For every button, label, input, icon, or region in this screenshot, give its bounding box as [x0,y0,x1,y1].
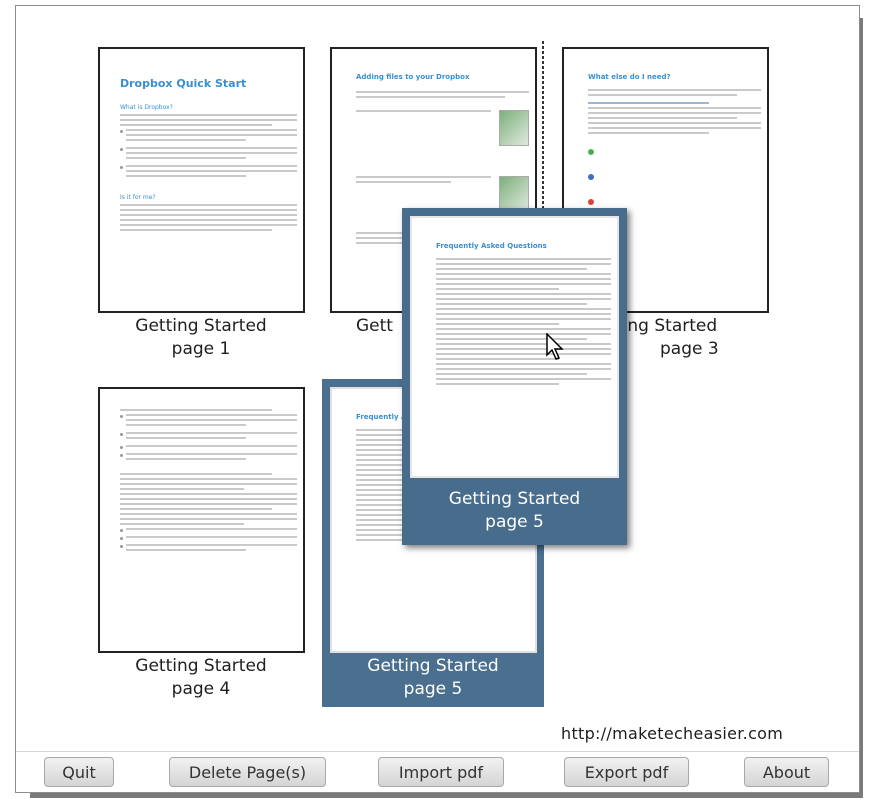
app-window: Dropbox Quick Start What is Dropbox? Is … [15,5,860,793]
delete-pages-button[interactable]: Delete Page(s) [169,757,326,787]
caption-line: Getting Started [135,316,267,336]
caption-line: page 5 [403,679,463,699]
caption-line: page 3 [660,339,719,359]
caption-line: Getting Started [135,656,267,676]
page-caption-5: Getting Started page 5 [313,655,553,701]
button-bar-divider [16,751,859,752]
caption-line: Getting Started [367,656,499,676]
doc-title: Dropbox Quick Start [120,77,247,90]
caption-line: ting Started [616,316,718,336]
doc-title: Adding files to your Dropbox [356,73,470,81]
drop-indicator [542,41,544,219]
quit-button[interactable]: Quit [44,757,114,787]
doc-title: Frequently Asked Questions [436,242,547,250]
doc-title: What else do I need? [588,73,671,81]
dragged-page-thumbnail: Frequently Asked Questions [410,216,619,478]
caption-line: page 1 [171,339,231,359]
caption-line: page 4 [171,679,231,699]
page-caption-4: Getting Started page 4 [81,655,321,701]
export-pdf-button[interactable]: Export pdf [564,757,689,787]
import-pdf-button[interactable]: Import pdf [378,757,504,787]
about-button[interactable]: About [744,757,829,787]
page-thumbnail-4[interactable] [98,387,305,653]
mouse-pointer-icon [546,333,564,360]
caption-line: page 5 [485,512,544,532]
watermark-url: http://maketecheasier.com [561,724,784,743]
doc-section-title: What is Dropbox? [120,104,173,111]
dragged-page[interactable]: Frequently Asked Questions Getting Start… [402,208,627,545]
page-caption-1: Getting Started page 1 [81,315,321,361]
page-thumbnail-1[interactable]: Dropbox Quick Start What is Dropbox? Is … [98,47,305,313]
dragged-page-caption: Getting Started page 5 [402,488,627,534]
page-caption-3: ting Started page 3 [616,315,776,361]
caption-line: Getting Started [448,489,581,509]
doc-section-title: Is it for me? [120,194,156,201]
